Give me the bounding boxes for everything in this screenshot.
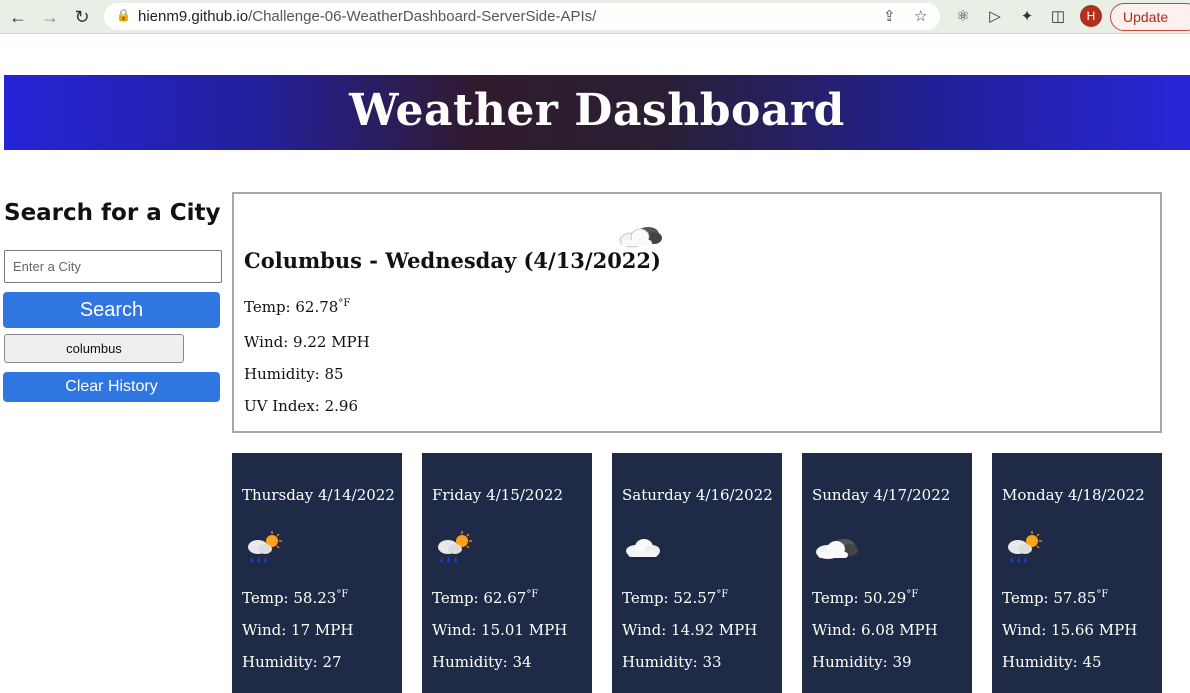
temp-unit: °F xyxy=(1096,589,1109,600)
extension-record-icon[interactable]: ▷ xyxy=(984,6,1006,28)
forecast-wind: Wind: 6.08 MPH xyxy=(812,621,938,639)
current-temp: Temp: 62.78°F xyxy=(244,298,350,316)
back-arrow-icon[interactable]: ← xyxy=(6,5,30,29)
forecast-temp: Temp: 52.57°F xyxy=(622,589,728,607)
current-city-heading: Columbus - Wednesday (4/13/2022) xyxy=(244,248,661,273)
cloud-icon xyxy=(626,539,660,557)
forecast-date: Friday 4/15/2022 xyxy=(432,486,564,504)
temp-unit: °F xyxy=(526,589,539,600)
avatar[interactable]: H xyxy=(1080,5,1102,27)
current-wind: Wind: 9.22 MPH xyxy=(244,333,370,351)
forecast-date: Saturday 4/16/2022 xyxy=(622,486,773,504)
browser-toolbar: ← → ↻ 🔒 hienm9.github.io/Challenge-06-We… xyxy=(0,0,1190,34)
search-button[interactable]: Search xyxy=(3,292,220,328)
forecast-humidity: Humidity: 27 xyxy=(242,653,342,671)
forecast-temp-value: Temp: 57.85 xyxy=(1002,589,1097,607)
rain-sun-icon xyxy=(438,531,472,563)
partly-cloudy-icon xyxy=(816,539,858,559)
city-search-input[interactable] xyxy=(4,250,222,283)
forecast-humidity: Humidity: 45 xyxy=(1002,653,1102,671)
address-bar[interactable]: 🔒 hienm9.github.io/Challenge-06-WeatherD… xyxy=(104,3,940,30)
forecast-card: Monday 4/18/2022 Temp: 57.85°F Wind: 15.… xyxy=(992,453,1162,693)
current-temp-value: Temp: 62.78 xyxy=(244,298,339,316)
page-title: Weather Dashboard xyxy=(349,85,845,136)
url-text: hienm9.github.io/Challenge-06-WeatherDas… xyxy=(138,8,596,25)
forecast-wind: Wind: 17 MPH xyxy=(242,621,354,639)
reload-icon[interactable]: ↻ xyxy=(70,5,94,29)
forecast-card: Saturday 4/16/2022 Temp: 52.57°F Wind: 1… xyxy=(612,453,782,693)
forecast-date: Sunday 4/17/2022 xyxy=(812,486,951,504)
forecast-temp-value: Temp: 62.67 xyxy=(432,589,527,607)
update-button[interactable]: Update xyxy=(1110,3,1190,31)
temp-unit: °F xyxy=(716,589,729,600)
forecast-card: Thursday 4/14/2022 Temp: 58.23°F Wind: 1… xyxy=(232,453,402,693)
url-host: hienm9.github.io xyxy=(138,8,249,25)
forecast-temp-value: Temp: 58.23 xyxy=(242,589,337,607)
search-title: Search for a City xyxy=(4,200,221,226)
side-panel-icon[interactable]: ◫ xyxy=(1047,6,1069,28)
forecast-date: Thursday 4/14/2022 xyxy=(242,486,395,504)
forecast-wind: Wind: 15.01 MPH xyxy=(432,621,568,639)
clear-history-button[interactable]: Clear History xyxy=(3,372,220,402)
forecast-temp-value: Temp: 52.57 xyxy=(622,589,717,607)
forecast-humidity: Humidity: 34 xyxy=(432,653,532,671)
extension-atom-icon[interactable]: ⚛ xyxy=(952,6,974,28)
partly-cloudy-icon xyxy=(619,227,662,248)
rain-sun-icon xyxy=(1008,531,1042,563)
rain-sun-icon xyxy=(248,531,282,563)
star-icon[interactable]: ☆ xyxy=(914,7,927,25)
forecast-temp: Temp: 50.29°F xyxy=(812,589,918,607)
lock-icon: 🔒 xyxy=(116,8,131,22)
forecast-temp: Temp: 62.67°F xyxy=(432,589,538,607)
forecast-temp: Temp: 57.85°F xyxy=(1002,589,1108,607)
page-header: Weather Dashboard xyxy=(4,75,1190,150)
forecast-humidity: Humidity: 33 xyxy=(622,653,722,671)
puzzle-icon[interactable]: ✦ xyxy=(1016,6,1038,28)
current-weather-panel: Columbus - Wednesday (4/13/2022) Temp: 6… xyxy=(232,192,1162,433)
temp-unit: °F xyxy=(338,298,351,309)
forecast-temp: Temp: 58.23°F xyxy=(242,589,348,607)
forecast-card: Sunday 4/17/2022 Temp: 50.29°F Wind: 6.0… xyxy=(802,453,972,693)
forecast-wind: Wind: 15.66 MPH xyxy=(1002,621,1138,639)
share-icon[interactable]: ⇪ xyxy=(883,7,896,25)
forecast-humidity: Humidity: 39 xyxy=(812,653,912,671)
temp-unit: °F xyxy=(906,589,919,600)
forecast-date: Monday 4/18/2022 xyxy=(1002,486,1145,504)
url-path: /Challenge-06-WeatherDashboard-ServerSid… xyxy=(248,8,597,25)
temp-unit: °F xyxy=(336,589,349,600)
current-uv-index: UV Index: 2.96 xyxy=(244,397,358,415)
history-item-columbus[interactable]: columbus xyxy=(4,334,184,363)
forecast-temp-value: Temp: 50.29 xyxy=(812,589,907,607)
forecast-wind: Wind: 14.92 MPH xyxy=(622,621,758,639)
current-humidity: Humidity: 85 xyxy=(244,365,344,383)
forward-arrow-icon[interactable]: → xyxy=(38,5,62,29)
forecast-card: Friday 4/15/2022 Temp: 62.67°F Wind: 15.… xyxy=(422,453,592,693)
